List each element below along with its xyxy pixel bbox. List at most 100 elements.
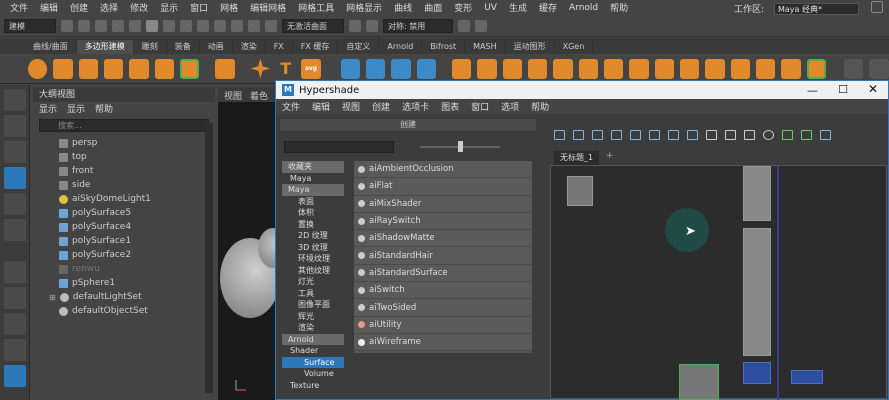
select-hierarchy-icon[interactable] xyxy=(146,19,158,32)
type-tool-icon[interactable]: T xyxy=(276,59,295,79)
extrude-icon[interactable] xyxy=(477,58,497,79)
graph-node[interactable] xyxy=(743,228,771,356)
poly-plane-icon[interactable] xyxy=(154,58,174,79)
node-item[interactable]: aiMixShader xyxy=(354,195,532,213)
outliner-item[interactable]: ⊞ defaultLightSet xyxy=(33,290,215,304)
lasso-tool-icon[interactable] xyxy=(4,115,26,137)
shelf-tab-rigging[interactable]: 装备 xyxy=(167,40,200,54)
create-search-input[interactable] xyxy=(284,141,394,153)
poly-torus-icon[interactable] xyxy=(129,58,149,79)
graph-connected-view-icon[interactable] xyxy=(725,130,736,140)
smooth-icon[interactable] xyxy=(391,58,411,79)
append-icon[interactable] xyxy=(528,58,548,79)
category-texture[interactable]: Texture xyxy=(282,380,344,392)
expand-icon[interactable]: ⊞ xyxy=(49,293,56,302)
new-scene-icon[interactable] xyxy=(61,19,73,32)
node-item[interactable]: aiStandardHair xyxy=(354,247,532,265)
remesh-icon[interactable] xyxy=(416,58,437,79)
shelf-tab-curves[interactable]: 曲线/曲面 xyxy=(25,40,77,54)
boolean-icon[interactable] xyxy=(629,58,649,79)
graph-node[interactable] xyxy=(791,370,823,384)
outliner-scrollbar[interactable] xyxy=(205,123,213,393)
close-icon[interactable]: ✕ xyxy=(868,82,878,96)
menu-help[interactable]: 帮助 xyxy=(604,1,634,14)
merge-icon[interactable] xyxy=(604,58,624,79)
workspace-dropdown[interactable]: Maya 经典* xyxy=(774,2,859,15)
category-item[interactable]: 图像平面 xyxy=(282,299,344,311)
outliner-item[interactable]: polySurface1 xyxy=(33,234,215,248)
svg-tool-icon[interactable]: svg xyxy=(301,58,321,79)
graph-snap-icon[interactable] xyxy=(820,130,831,140)
outliner-item[interactable]: side xyxy=(33,178,215,192)
graph-node[interactable] xyxy=(679,364,719,400)
outliner-item[interactable]: renwu xyxy=(33,262,215,276)
menu-arnold[interactable]: Arnold xyxy=(563,3,604,13)
shelf-tab-bifrost[interactable]: Bifrost xyxy=(422,40,466,54)
graph-remove-icon[interactable] xyxy=(630,130,641,140)
mirror-icon[interactable] xyxy=(654,58,675,79)
outliner-item[interactable]: polySurface4 xyxy=(33,220,215,234)
super-shape-icon[interactable] xyxy=(215,58,235,79)
slide-edge-icon[interactable] xyxy=(781,58,801,79)
offset-edge-loop-icon[interactable] xyxy=(756,58,776,79)
graph-node[interactable] xyxy=(743,362,771,384)
category-surface[interactable]: Surface xyxy=(282,356,344,368)
outliner-item[interactable]: persp xyxy=(33,136,215,150)
select-object-icon[interactable] xyxy=(163,19,175,32)
bridge-icon[interactable] xyxy=(502,58,523,79)
multi-cut-icon[interactable] xyxy=(705,58,725,79)
maximize-icon[interactable]: ☐ xyxy=(838,83,848,96)
outliner-item[interactable]: polySurface2 xyxy=(33,248,215,262)
poly-cylinder-icon[interactable] xyxy=(78,58,98,79)
graph-simple-view-icon[interactable] xyxy=(706,130,717,140)
graph-io-connections-icon[interactable] xyxy=(573,130,584,140)
shelf-menu-icon[interactable] xyxy=(869,58,889,79)
select-component-icon[interactable] xyxy=(180,19,192,32)
category-item[interactable]: 体积 xyxy=(282,207,344,219)
save-scene-icon[interactable] xyxy=(95,19,107,32)
outliner-menu-display2[interactable]: 显示 xyxy=(67,102,85,115)
category-item[interactable]: 工具 xyxy=(282,288,344,300)
hs-menu-help[interactable]: 帮助 xyxy=(531,100,549,113)
shelf-tab-animation[interactable]: 动画 xyxy=(200,40,233,54)
category-item[interactable]: 3D 纹理 xyxy=(282,242,344,254)
node-item[interactable]: aiSwitch xyxy=(354,282,532,300)
menu-mesh[interactable]: 网格 xyxy=(214,1,244,14)
outliner-item[interactable]: top xyxy=(33,150,215,164)
category-item[interactable]: 环境纹理 xyxy=(282,253,344,265)
outliner-item[interactable]: polySurface5 xyxy=(33,206,215,220)
menu-curves[interactable]: 曲线 xyxy=(388,1,418,14)
shelf-tab-motion-graphics[interactable]: 运动图形 xyxy=(506,40,555,54)
four-view-icon[interactable] xyxy=(4,313,26,335)
graph-rearrange-icon[interactable] xyxy=(649,130,660,140)
category-item[interactable]: 2D 纹理 xyxy=(282,230,344,242)
graph-grid-icon[interactable] xyxy=(801,130,812,140)
separate-icon[interactable] xyxy=(366,58,386,79)
node-item[interactable]: aiFlat xyxy=(354,178,532,196)
insert-edge-loop-icon[interactable] xyxy=(730,58,750,79)
menu-windows[interactable]: 窗口 xyxy=(184,1,214,14)
poly-sphere-icon[interactable] xyxy=(28,58,48,79)
hs-menu-view[interactable]: 视图 xyxy=(342,100,360,113)
bevel-icon[interactable] xyxy=(452,58,472,79)
menu-file[interactable]: 文件 xyxy=(4,1,34,14)
hs-menu-create[interactable]: 创建 xyxy=(372,100,390,113)
brush-tool-icon[interactable] xyxy=(844,58,864,79)
paint-select-icon[interactable] xyxy=(4,141,26,163)
category-maya-fav[interactable]: Maya xyxy=(282,173,344,185)
viewport-menu-view[interactable]: 视图 xyxy=(224,89,242,102)
viewport-panel[interactable]: 视图 着色 xyxy=(218,88,288,400)
node-editor-graph[interactable]: ➤ xyxy=(550,165,887,400)
add-tab-button[interactable]: + xyxy=(606,151,614,161)
undo-icon[interactable] xyxy=(112,19,124,32)
hs-menu-file[interactable]: 文件 xyxy=(282,100,300,113)
category-item[interactable]: 灯光 xyxy=(282,276,344,288)
live-surface-icon[interactable] xyxy=(265,19,277,32)
shelf-tab-fx[interactable]: FX xyxy=(266,40,293,54)
graph-node[interactable] xyxy=(743,166,771,221)
menu-deform[interactable]: 变形 xyxy=(448,1,478,14)
category-item[interactable]: 渲染 xyxy=(282,322,344,334)
snap-view-icon[interactable] xyxy=(248,19,260,32)
outliner-item[interactable]: pSphere1 xyxy=(33,276,215,290)
outliner-search-input[interactable]: 搜索... xyxy=(39,119,209,132)
